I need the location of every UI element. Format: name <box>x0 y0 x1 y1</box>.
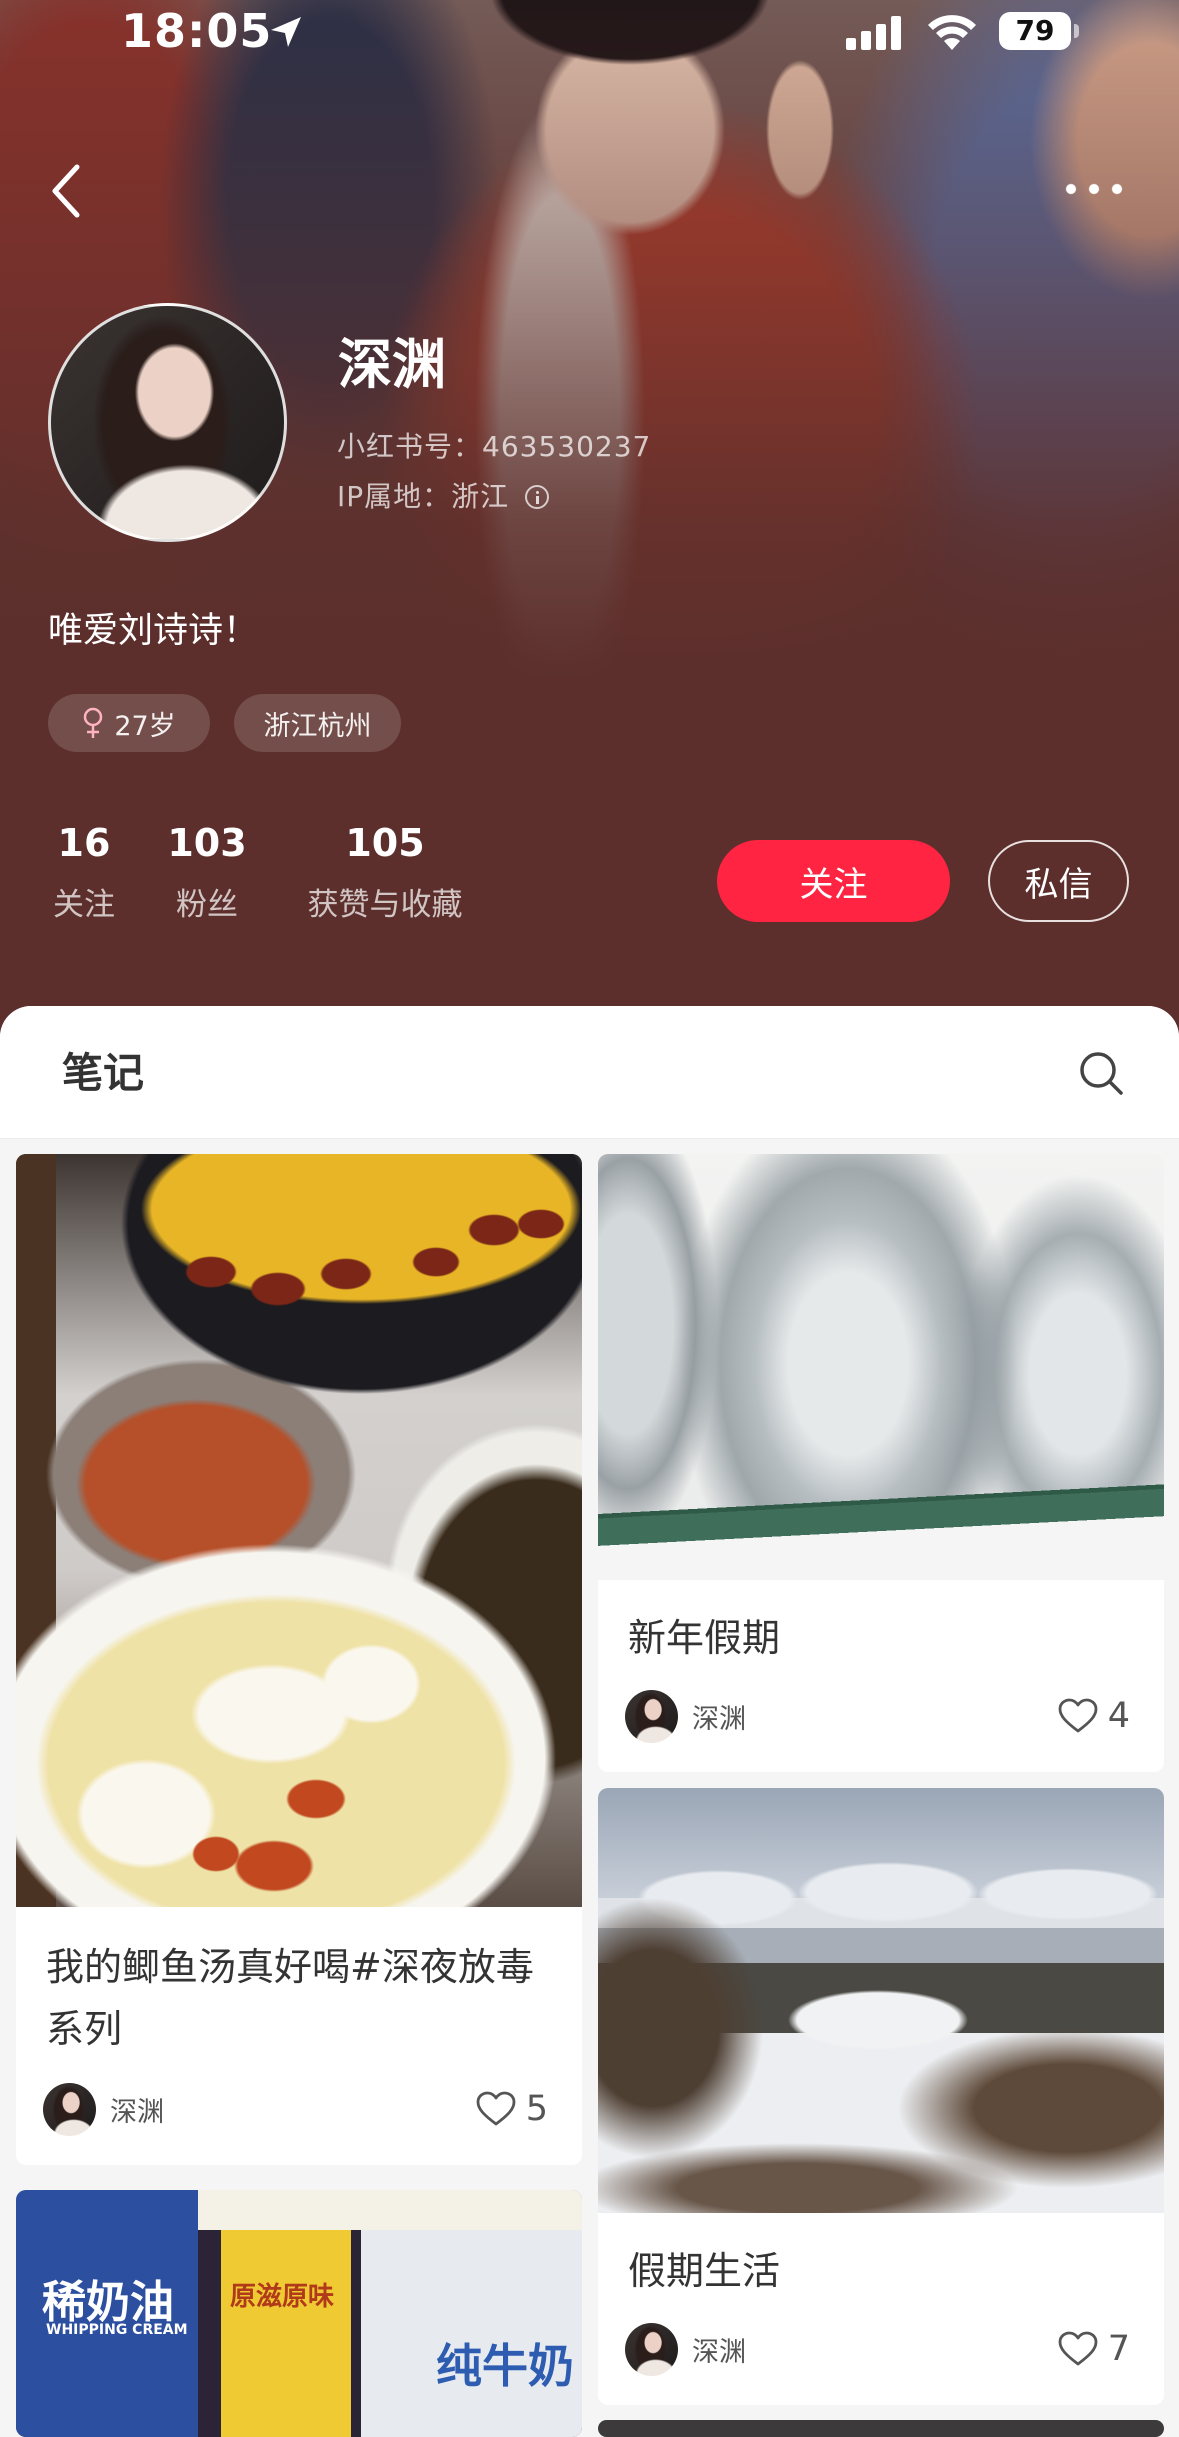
likes-collections-label[interactable]: 获赞与收藏 <box>275 883 495 927</box>
notes-panel: 笔记 我的鲫鱼汤真好喝#深夜放毒系列 深渊 5 新年假期 深渊 4 假期生活 深… <box>0 1006 1179 2437</box>
note-cover-image: 稀奶油 WHIPPING CREAM 原滋原味 纯牛奶 <box>16 2190 582 2437</box>
author-avatar[interactable] <box>43 2082 96 2136</box>
photo-text-condensed-milk: 原滋原味 <box>230 2282 335 2312</box>
like-count: 5 <box>525 2089 548 2129</box>
note-card[interactable]: 稀奶油 WHIPPING CREAM 原滋原味 纯牛奶 <box>16 2190 582 2437</box>
note-card[interactable]: 新年假期 深渊 4 <box>598 1154 1164 1772</box>
cellular-signal-icon <box>846 16 901 50</box>
profile-name: 深渊 <box>338 333 446 396</box>
profile-bio: 唯爱刘诗诗！ <box>48 611 259 651</box>
note-card[interactable]: 我的鲫鱼汤真好喝#深夜放毒系列 深渊 5 <box>16 1154 582 2165</box>
photo-text-cream: 稀奶油 <box>42 2277 174 2328</box>
like-button[interactable]: 7 <box>1058 2322 1130 2376</box>
note-author-row: 深渊 4 <box>598 1689 1164 1743</box>
age-tag: 27岁 <box>48 694 210 752</box>
heart-icon <box>1058 2331 1098 2366</box>
note-card-body: 新年假期 深渊 4 <box>598 1580 1164 1772</box>
like-count: 7 <box>1107 2329 1130 2369</box>
photo-text-milk: 纯牛奶 <box>436 2339 574 2393</box>
author-name[interactable]: 深渊 <box>692 1697 746 1736</box>
like-button[interactable]: 5 <box>476 2082 548 2136</box>
note-title: 假期生活 <box>628 2249 781 2293</box>
author-name[interactable]: 深渊 <box>692 2330 746 2369</box>
author-avatar[interactable] <box>625 1689 678 1743</box>
message-button[interactable]: 私信 <box>988 840 1129 922</box>
note-card[interactable] <box>598 2420 1164 2437</box>
likes-collections-count[interactable]: 105 <box>275 820 495 866</box>
note-author-row: 深渊 7 <box>598 2322 1164 2376</box>
location-text: 浙江杭州 <box>263 710 372 742</box>
author-name[interactable]: 深渊 <box>110 2090 164 2129</box>
like-count: 4 <box>1107 1696 1130 1736</box>
battery-icon: 79 <box>999 12 1079 50</box>
battery-level: 79 <box>1015 14 1055 47</box>
tab-bar: 笔记 <box>0 1006 1179 1139</box>
heart-icon <box>476 2091 516 2126</box>
note-cover-image <box>598 2420 1164 2437</box>
note-card-body: 我的鲫鱼汤真好喝#深夜放毒系列 深渊 5 <box>16 1907 582 2165</box>
note-title: 新年假期 <box>628 1616 781 1660</box>
note-cover-image <box>598 1154 1164 1580</box>
more-dots-icon[interactable] <box>1064 182 1124 196</box>
ip-location: IP属地：浙江 <box>337 480 510 513</box>
status-bar: 18:05 79 <box>0 0 1179 92</box>
photo-text-cream-en: WHIPPING CREAM <box>46 2322 188 2338</box>
female-icon <box>84 707 103 738</box>
location-tag: 浙江杭州 <box>234 694 401 752</box>
note-cover-image <box>16 1154 582 1907</box>
heart-icon <box>1058 1698 1098 1733</box>
like-button[interactable]: 4 <box>1058 1689 1130 1743</box>
wifi-icon <box>928 15 976 50</box>
note-card-body: 假期生活 深渊 7 <box>598 2213 1164 2405</box>
age-text: 27岁 <box>114 710 176 742</box>
red-id: 小红书号：463530237 <box>337 430 652 463</box>
search-icon[interactable] <box>1078 1050 1124 1096</box>
note-author-row: 深渊 5 <box>16 2082 582 2136</box>
status-time: 18:05 <box>121 4 273 58</box>
author-avatar[interactable] <box>625 2322 678 2376</box>
info-icon[interactable] <box>525 485 549 509</box>
follow-button[interactable]: 关注 <box>717 840 950 922</box>
note-cover-image <box>598 1788 1164 2213</box>
profile-avatar[interactable] <box>48 303 287 542</box>
chevron-left-icon[interactable] <box>48 162 84 220</box>
note-card[interactable]: 假期生活 深渊 7 <box>598 1788 1164 2405</box>
tab-notes[interactable]: 笔记 <box>62 1048 144 1098</box>
location-arrow-icon <box>271 17 301 47</box>
note-title: 我的鲫鱼汤真好喝#深夜放毒系列 <box>46 1945 534 2051</box>
